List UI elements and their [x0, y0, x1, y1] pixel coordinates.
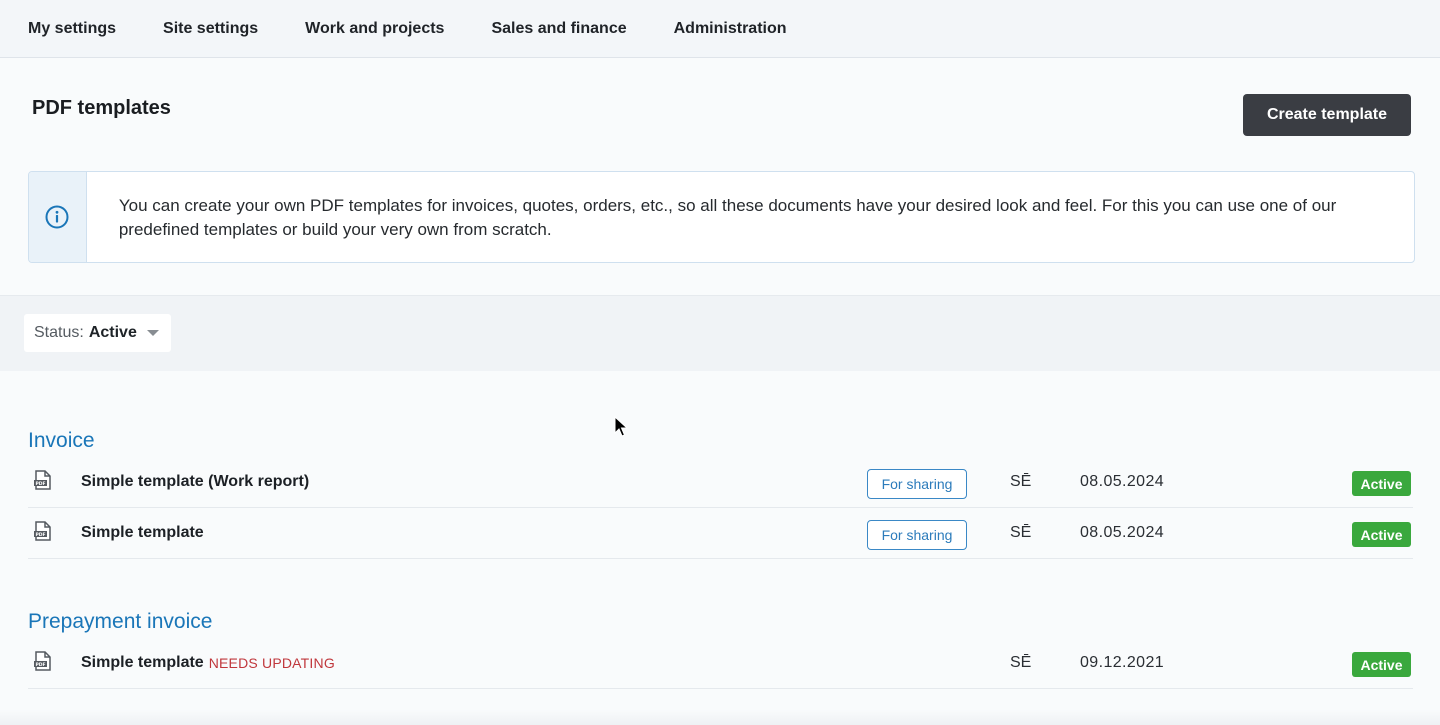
template-row[interactable]: PDF Simple template For sharing SĒ 08.05… — [28, 508, 1413, 559]
status-badge: Active — [1352, 652, 1411, 677]
top-navigation: My settings Site settings Work and proje… — [0, 0, 1440, 58]
nav-my-settings[interactable]: My settings — [28, 20, 116, 38]
info-circle-icon — [45, 205, 69, 229]
template-date: 08.05.2024 — [1080, 473, 1165, 490]
status-filter-dropdown[interactable]: Status: Active — [24, 314, 171, 352]
template-name[interactable]: Simple template NEEDS UPDATING — [81, 638, 335, 688]
author-initials: SĒ — [1010, 473, 1032, 490]
pdf-file-icon: PDF — [34, 470, 51, 490]
template-date: 09.12.2021 — [1080, 654, 1165, 671]
author-initials: SĒ — [1010, 524, 1032, 541]
page-title: PDF templates — [32, 97, 171, 119]
bottom-edge — [0, 710, 1440, 725]
group-title-prepayment-invoice: Prepayment invoice — [28, 610, 213, 633]
nav-sales-and-finance[interactable]: Sales and finance — [491, 20, 626, 38]
info-icon-cell — [29, 172, 87, 262]
status-filter-value: Active — [88, 324, 137, 341]
for-sharing-button[interactable]: For sharing — [867, 520, 967, 550]
nav-work-and-projects[interactable]: Work and projects — [305, 20, 444, 38]
needs-updating-label: NEEDS UPDATING — [208, 655, 335, 671]
template-name[interactable]: Simple template — [81, 508, 204, 558]
svg-text:PDF: PDF — [35, 532, 45, 538]
pdf-file-icon: PDF — [34, 651, 51, 671]
pdf-file-icon: PDF — [34, 521, 51, 541]
author-initials: SĒ — [1010, 654, 1032, 671]
template-date: 08.05.2024 — [1080, 524, 1165, 541]
group-title-invoice: Invoice — [28, 429, 95, 452]
create-template-button[interactable]: Create template — [1243, 94, 1411, 136]
for-sharing-button[interactable]: For sharing — [867, 469, 967, 499]
svg-text:PDF: PDF — [35, 662, 45, 668]
info-text: You can create your own PDF templates fo… — [118, 196, 1337, 239]
nav-site-settings[interactable]: Site settings — [163, 20, 258, 38]
chevron-down-icon — [146, 330, 159, 336]
mouse-cursor-icon — [614, 416, 628, 437]
info-box: You can create your own PDF templates fo… — [28, 171, 1415, 263]
template-row[interactable]: PDF Simple template NEEDS UPDATING SĒ 09… — [28, 638, 1413, 689]
status-badge: Active — [1352, 522, 1411, 547]
template-name-text: Simple template — [81, 654, 204, 671]
nav-administration[interactable]: Administration — [674, 20, 787, 38]
svg-text:PDF: PDF — [35, 481, 45, 487]
status-badge: Active — [1352, 471, 1411, 496]
filter-bar: Status: Active — [0, 295, 1440, 371]
template-name[interactable]: Simple template (Work report) — [81, 457, 309, 507]
template-row[interactable]: PDF Simple template (Work report) For sh… — [28, 457, 1413, 508]
status-filter-label: Status: — [34, 324, 84, 341]
